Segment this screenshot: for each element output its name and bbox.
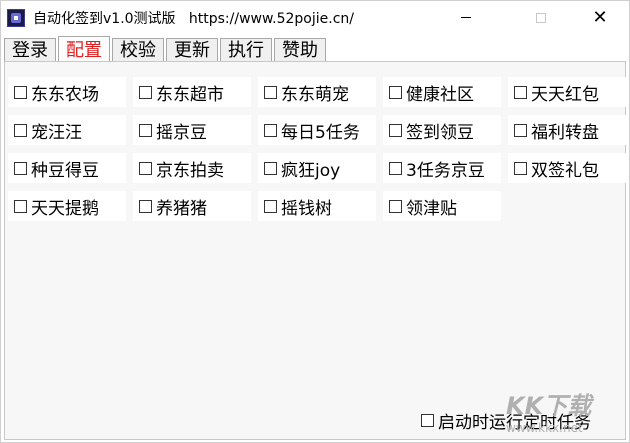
checkbox-box[interactable] <box>139 85 152 99</box>
app-window: 自动化签到v1.0测试版 https://www.52pojie.cn/ ✕ 登… <box>0 0 630 443</box>
maximize-icon <box>536 12 546 23</box>
checkbox-label: 养猪猪 <box>156 198 207 219</box>
close-button[interactable]: ✕ <box>577 1 623 34</box>
tab-update[interactable]: 更新 <box>166 38 218 62</box>
close-icon: ✕ <box>592 7 608 28</box>
checkbox-item[interactable]: 摇钱树 <box>258 191 376 221</box>
checkbox-box[interactable] <box>264 199 277 213</box>
checkbox-item[interactable]: 签到领豆 <box>383 115 501 145</box>
checkbox-box[interactable] <box>389 85 402 99</box>
checkbox-item[interactable]: 领津贴 <box>383 191 501 221</box>
checkbox-label: 东东超市 <box>156 84 224 105</box>
checkbox-item[interactable]: 健康社区 <box>383 77 501 107</box>
checkbox-box[interactable] <box>14 199 27 213</box>
checkbox-label: 东东萌宠 <box>281 84 349 105</box>
tab-verify[interactable]: 校验 <box>112 38 164 62</box>
checkbox-box[interactable] <box>389 123 402 137</box>
checkbox-item[interactable]: 东东农场 <box>8 77 126 107</box>
watermark-logo: KK下载 <box>506 392 592 420</box>
checkbox-label: 疯狂joy <box>281 160 341 181</box>
checkbox-item[interactable]: 京东拍卖 <box>133 153 251 183</box>
checkbox-box[interactable] <box>264 85 277 99</box>
checkbox-label: 摇钱树 <box>281 198 332 219</box>
checkbox-item[interactable]: 东东萌宠 <box>258 77 376 107</box>
checkbox-item[interactable]: 宠汪汪 <box>8 115 126 145</box>
checkbox-box[interactable] <box>514 123 527 137</box>
checkbox-item[interactable]: 天天提鹅 <box>8 191 126 221</box>
checkbox-label: 摇京豆 <box>156 122 207 143</box>
checkbox-label: 签到领豆 <box>406 122 474 143</box>
checkbox-box[interactable] <box>389 161 402 175</box>
checkbox-label: 双签礼包 <box>531 160 599 181</box>
tab-sponsor[interactable]: 赞助 <box>274 38 326 62</box>
checkbox-box[interactable] <box>139 161 152 175</box>
checkbox-box[interactable] <box>139 123 152 137</box>
checkbox-label: 京东拍卖 <box>156 160 224 181</box>
checkbox-label: 天天红包 <box>531 84 599 105</box>
checkbox-box[interactable] <box>514 161 527 175</box>
checkbox-box[interactable] <box>264 161 277 175</box>
minimize-button[interactable] <box>443 1 489 34</box>
app-icon <box>7 9 25 27</box>
checkbox-box[interactable] <box>264 123 277 137</box>
checkbox-box[interactable] <box>421 413 434 427</box>
config-panel: 东东农场 东东超市 东东萌宠 健康社区 天天红包 宠汪汪 摇京豆 每日5任务 签… <box>4 61 626 440</box>
checkbox-label: 宠汪汪 <box>31 122 82 143</box>
checkbox-item[interactable]: 天天红包 <box>508 77 626 107</box>
checkbox-label: 福利转盘 <box>531 122 599 143</box>
checkbox-item[interactable]: 摇京豆 <box>133 115 251 145</box>
tab-execute[interactable]: 执行 <box>220 38 272 62</box>
checkbox-label: 领津贴 <box>406 198 457 219</box>
checkbox-label: 每日5任务 <box>281 122 360 143</box>
watermark-url: www.kkx.net <box>506 421 583 435</box>
checkbox-item[interactable]: 种豆得豆 <box>8 153 126 183</box>
checkbox-box[interactable] <box>14 123 27 137</box>
checkbox-box[interactable] <box>14 85 27 99</box>
checkbox-label: 种豆得豆 <box>31 160 99 181</box>
checkbox-item[interactable]: 养猪猪 <box>133 191 251 221</box>
tab-config[interactable]: 配置 <box>58 36 110 63</box>
checkbox-item[interactable]: 福利转盘 <box>508 115 626 145</box>
window-title: 自动化签到v1.0测试版 https://www.52pojie.cn/ <box>33 11 354 27</box>
checkbox-box[interactable] <box>389 199 402 213</box>
checkbox-box[interactable] <box>139 199 152 213</box>
checkbox-item[interactable]: 每日5任务 <box>258 115 376 145</box>
minimize-icon <box>461 17 471 18</box>
checkbox-item[interactable]: 疯狂joy <box>258 153 376 183</box>
checkbox-label: 东东农场 <box>31 84 99 105</box>
checkbox-label: 健康社区 <box>406 84 474 105</box>
tab-bar: 登录 配置 校验 更新 执行 赞助 <box>4 35 328 63</box>
watermark: KK下载 www.kkx.net <box>506 386 626 436</box>
checkbox-box[interactable] <box>514 85 527 99</box>
checkbox-item[interactable]: 东东超市 <box>133 77 251 107</box>
checkbox-label: 3任务京豆 <box>406 160 485 181</box>
checkbox-label: 天天提鹅 <box>31 198 99 219</box>
title-bar: 自动化签到v1.0测试版 https://www.52pojie.cn/ ✕ <box>1 1 629 34</box>
tab-login[interactable]: 登录 <box>4 38 56 62</box>
checkbox-item[interactable]: 双签礼包 <box>508 153 626 183</box>
checkbox-box[interactable] <box>14 161 27 175</box>
checkbox-item[interactable]: 3任务京豆 <box>383 153 501 183</box>
maximize-button[interactable] <box>518 1 564 34</box>
